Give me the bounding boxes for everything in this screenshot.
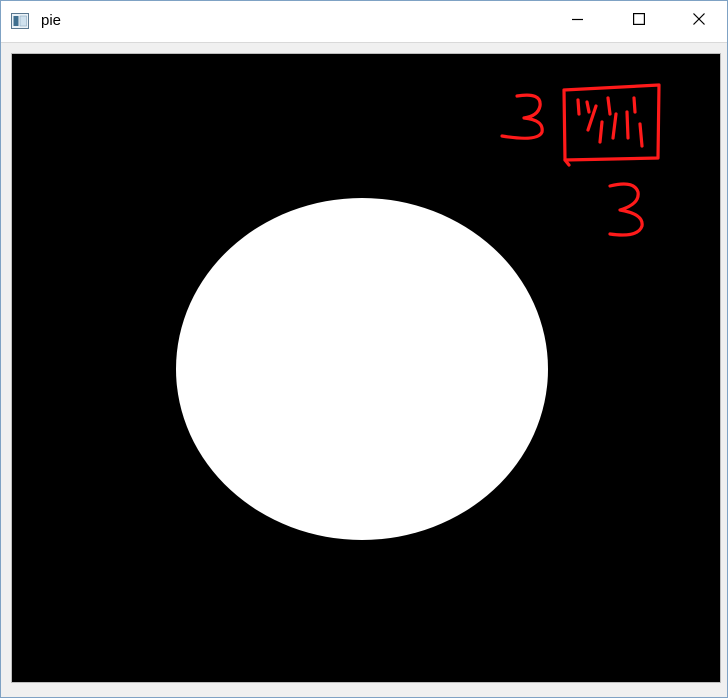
annotation-digit-3-left xyxy=(500,93,544,140)
maximize-button[interactable] xyxy=(609,1,669,41)
red-handwritten-annotation xyxy=(500,83,661,237)
close-button[interactable] xyxy=(669,1,728,41)
maximize-icon xyxy=(633,12,646,30)
annotation-tick-marks xyxy=(576,96,644,148)
annotation-digit-3-bottom xyxy=(608,182,644,237)
canvas-drawing xyxy=(176,83,661,540)
annotation-box xyxy=(562,83,661,162)
title-bar[interactable]: pie xyxy=(1,1,727,42)
window-app-icon[interactable] xyxy=(11,13,29,29)
white-circle-shape xyxy=(176,198,548,540)
window-title: pie xyxy=(41,12,62,29)
close-icon xyxy=(693,12,705,30)
minimize-button[interactable] xyxy=(548,1,608,41)
image-canvas xyxy=(11,53,721,683)
minimize-icon xyxy=(572,12,584,30)
